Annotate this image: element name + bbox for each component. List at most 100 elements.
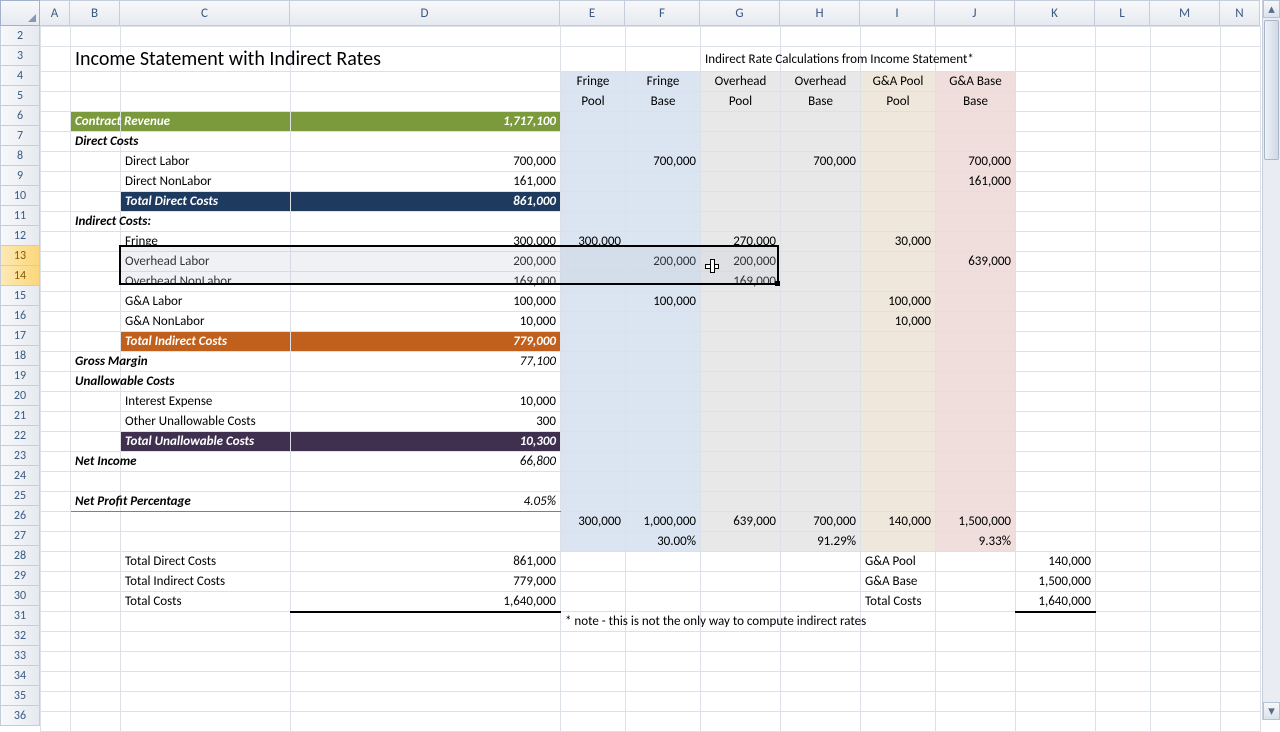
cell-I22[interactable] — [861, 432, 936, 452]
cell-H14[interactable] — [781, 272, 861, 292]
cell-H11[interactable] — [781, 212, 861, 232]
cell-G18[interactable] — [701, 352, 781, 372]
cell-F15[interactable]: 100,000 — [626, 292, 701, 312]
page-title[interactable]: Income Statement with Indirect Rates — [71, 47, 121, 72]
cell-A9[interactable] — [41, 172, 71, 192]
row-6[interactable]: 6 — [0, 106, 40, 126]
cell-C12[interactable]: Fringe — [121, 232, 291, 252]
cell-N10[interactable] — [1221, 192, 1261, 212]
cell-A30[interactable] — [41, 592, 71, 612]
cell-N3[interactable] — [1221, 47, 1261, 72]
cell-F13[interactable]: 200,000 — [626, 252, 701, 272]
row-14[interactable]: 14 — [0, 266, 40, 286]
cell-K16[interactable] — [1016, 312, 1096, 332]
cell-I6[interactable] — [861, 112, 936, 132]
cell-E6[interactable] — [561, 112, 626, 132]
cell-C26[interactable] — [121, 512, 291, 532]
cell-C15[interactable]: G&A Labor — [121, 292, 291, 312]
cell-C24[interactable] — [121, 472, 291, 492]
cell-H4[interactable]: Overhead — [781, 72, 861, 92]
cell-K22[interactable] — [1016, 432, 1096, 452]
cell-K15[interactable] — [1016, 292, 1096, 312]
cell-L18[interactable] — [1096, 352, 1151, 372]
cell-H29[interactable] — [781, 572, 861, 592]
cell-A17[interactable] — [41, 332, 71, 352]
cell-F9[interactable] — [626, 172, 701, 192]
cell-J15[interactable] — [936, 292, 1016, 312]
cell-N16[interactable] — [1221, 312, 1261, 332]
cell-G2[interactable] — [701, 27, 781, 47]
cell-F2[interactable] — [626, 27, 701, 47]
cell-J20[interactable] — [936, 392, 1016, 412]
spreadsheet[interactable]: ABCDEFGHIJKLMN 2345678910111213141516171… — [0, 0, 1261, 720]
cell-N9[interactable] — [1221, 172, 1261, 192]
cell-C36[interactable] — [121, 712, 291, 732]
cell-D20[interactable]: 10,000 — [291, 392, 561, 412]
cell-H12[interactable] — [781, 232, 861, 252]
cell-L26[interactable] — [1096, 512, 1151, 532]
cell-J12[interactable] — [936, 232, 1016, 252]
cell-I30[interactable]: Total Costs — [861, 592, 936, 612]
cell-I36[interactable] — [861, 712, 936, 732]
row-7[interactable]: 7 — [0, 126, 40, 146]
cell-D18[interactable]: 77,100 — [291, 352, 561, 372]
cell-C32[interactable] — [121, 632, 291, 652]
cell-D29[interactable]: 779,000 — [291, 572, 561, 592]
cell-K24[interactable] — [1016, 472, 1096, 492]
row-16[interactable]: 16 — [0, 306, 40, 326]
cell-K35[interactable] — [1016, 692, 1096, 712]
cell-K30[interactable]: 1,640,000 — [1016, 592, 1096, 612]
cell-H15[interactable] — [781, 292, 861, 312]
cell-F27[interactable]: 30.00% — [626, 532, 701, 552]
cell-J6[interactable] — [936, 112, 1016, 132]
cell-B5[interactable] — [71, 92, 121, 112]
cell-D5[interactable] — [291, 92, 561, 112]
cell-K20[interactable] — [1016, 392, 1096, 412]
cell-M35[interactable] — [1151, 692, 1221, 712]
cell-K13[interactable] — [1016, 252, 1096, 272]
cell-D7[interactable] — [291, 132, 561, 152]
col-E[interactable]: E — [560, 0, 625, 26]
cell-M16[interactable] — [1151, 312, 1221, 332]
cell-L35[interactable] — [1096, 692, 1151, 712]
cell-E22[interactable] — [561, 432, 626, 452]
cell-I11[interactable] — [861, 212, 936, 232]
cell-M32[interactable] — [1151, 632, 1221, 652]
cell-C29[interactable]: Total Indirect Costs — [121, 572, 291, 592]
cell-J2[interactable] — [936, 27, 1016, 47]
cell-N22[interactable] — [1221, 432, 1261, 452]
cell-H21[interactable] — [781, 412, 861, 432]
cell-J26[interactable]: 1,500,000 — [936, 512, 1016, 532]
cell-I16[interactable]: 10,000 — [861, 312, 936, 332]
scroll-thumb[interactable] — [1264, 20, 1279, 160]
cell-G11[interactable] — [701, 212, 781, 232]
cell-A33[interactable] — [41, 652, 71, 672]
cell-M7[interactable] — [1151, 132, 1221, 152]
cell-H17[interactable] — [781, 332, 861, 352]
cell-M36[interactable] — [1151, 712, 1221, 732]
row-29[interactable]: 29 — [0, 566, 40, 586]
col-J[interactable]: J — [935, 0, 1015, 26]
cell-L24[interactable] — [1096, 472, 1151, 492]
row-23[interactable]: 23 — [0, 446, 40, 466]
cell-I24[interactable] — [861, 472, 936, 492]
cell-F18[interactable] — [626, 352, 701, 372]
cell-F36[interactable] — [626, 712, 701, 732]
cell-E34[interactable] — [561, 672, 626, 692]
cell-H36[interactable] — [781, 712, 861, 732]
cell-G33[interactable] — [701, 652, 781, 672]
cell-G5[interactable]: Pool — [701, 92, 781, 112]
cell-I21[interactable] — [861, 412, 936, 432]
cell-D23[interactable]: 66,800 — [291, 452, 561, 472]
cell-D9[interactable]: 161,000 — [291, 172, 561, 192]
select-all-corner[interactable] — [0, 0, 40, 26]
cell-B19[interactable]: Unallowable Costs — [71, 372, 121, 392]
cell-K34[interactable] — [1016, 672, 1096, 692]
cell-F19[interactable] — [626, 372, 701, 392]
cell-D25[interactable]: 4.05% — [291, 492, 561, 512]
cell-A7[interactable] — [41, 132, 71, 152]
cell-M2[interactable] — [1151, 27, 1221, 47]
cell-I15[interactable]: 100,000 — [861, 292, 936, 312]
cell-H25[interactable] — [781, 492, 861, 512]
cell-J27[interactable]: 9.33% — [936, 532, 1016, 552]
